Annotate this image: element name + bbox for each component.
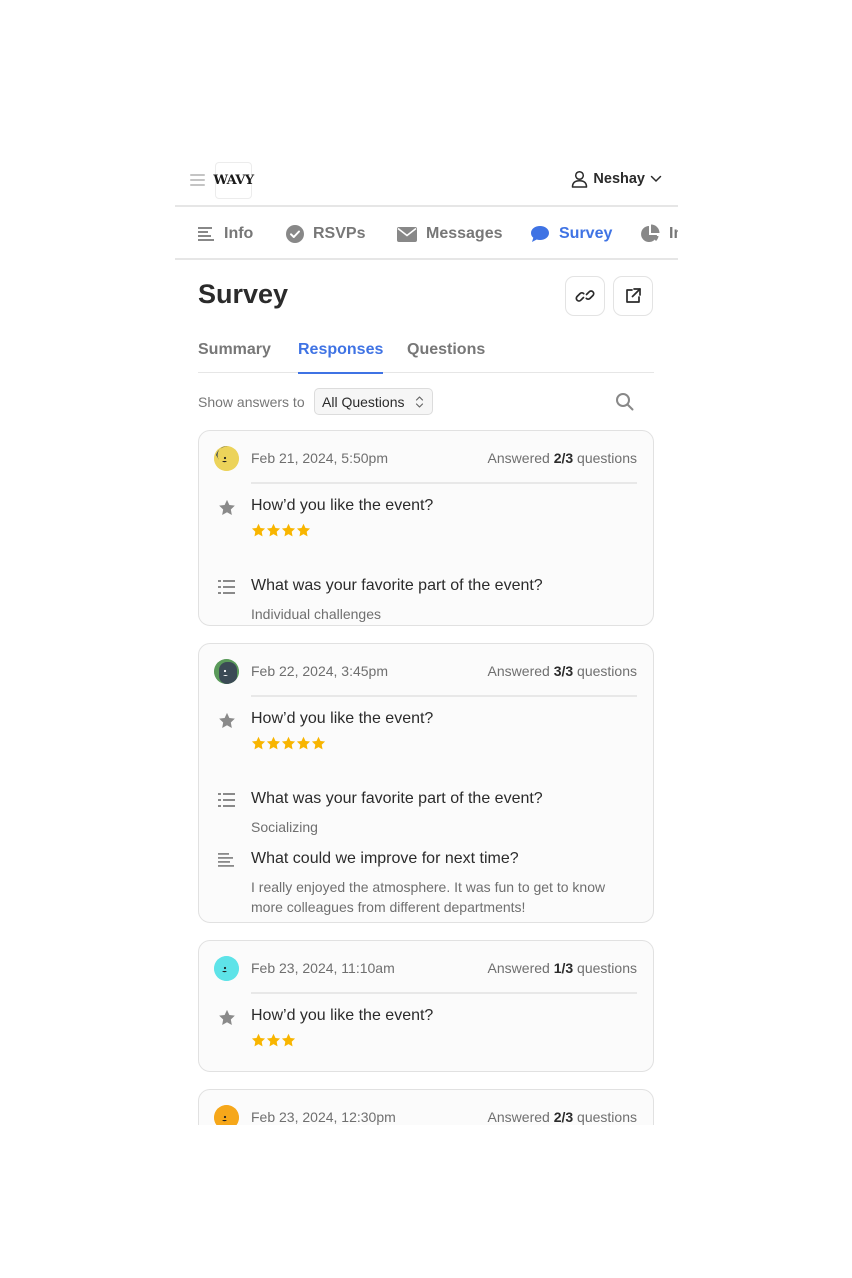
divider [251, 482, 637, 484]
logo[interactable]: WAVY [213, 162, 254, 199]
subtab-summary[interactable]: Summary [198, 341, 271, 373]
list-icon [218, 579, 236, 597]
search-icon [616, 393, 634, 411]
star-rating [251, 736, 326, 751]
response-date: Feb 23, 2024, 12:30pm [251, 1109, 396, 1125]
filter-label: Show answers to [198, 394, 305, 410]
star-filled-icon [266, 523, 281, 537]
avatar [214, 446, 239, 471]
avatar [214, 1105, 239, 1125]
star-icon [218, 499, 236, 517]
menu-icon[interactable] [190, 174, 205, 186]
external-link-icon [626, 288, 641, 303]
divider [251, 695, 637, 697]
check-circle-icon [286, 225, 304, 243]
star-filled-icon [266, 1033, 281, 1047]
question-text: How’d you like the event? [251, 1007, 434, 1024]
answer-text: Socializing [251, 819, 318, 835]
response-card[interactable]: Feb 22, 2024, 3:45pm Answered 3/3 questio… [198, 643, 654, 923]
star-icon [218, 1009, 236, 1027]
app: WAVY Neshay Info RSVPs Messages Survey I… [175, 155, 678, 1125]
star-icon [218, 712, 236, 730]
list-icon [218, 792, 236, 810]
star-filled-icon [251, 523, 266, 537]
user-name: Neshay [593, 171, 645, 187]
question-text: How’d you like the event? [251, 710, 434, 727]
star-filled-icon [251, 1033, 266, 1047]
user-icon [572, 170, 588, 188]
answer-text: I really enjoyed the atmosphere. It was … [251, 879, 606, 915]
tab-label: Messages [426, 225, 503, 242]
avatar [214, 659, 239, 684]
tab-survey[interactable]: Survey [530, 208, 613, 258]
star-filled-icon [251, 736, 266, 750]
response-header: Feb 23, 2024, 12:30pm Answered 2/3 questi… [199, 1090, 653, 1125]
star-rating [251, 1033, 296, 1048]
tab-rsvps[interactable]: RSVPs [286, 208, 366, 258]
filter-selected-value: All Questions [322, 393, 405, 410]
tab-label: RSVPs [313, 225, 366, 242]
question-text: How’d you like the event? [251, 497, 434, 514]
avatar [214, 956, 239, 981]
question-text: What was your favorite part of the event… [251, 790, 543, 807]
answered-count: Answered 3/3 questions [487, 663, 637, 679]
text-align-left-icon [198, 227, 214, 241]
top-bar: WAVY Neshay [175, 155, 678, 207]
response-date: Feb 23, 2024, 11:10am [251, 960, 395, 976]
copy-link-button[interactable] [565, 276, 605, 316]
response-card[interactable]: Feb 23, 2024, 12:30pm Answered 2/3 questi… [198, 1089, 654, 1125]
divider [251, 992, 637, 994]
chevron-up-down-icon [415, 396, 424, 408]
response-header: Feb 23, 2024, 11:10am Answered 1/3 questi… [199, 941, 653, 991]
tab-label: Insights [669, 225, 678, 242]
response-date: Feb 21, 2024, 5:50pm [251, 450, 388, 466]
star-filled-icon [296, 523, 311, 537]
event-nav-tabs: Info RSVPs Messages Survey Insights [175, 208, 678, 260]
response-card[interactable]: Feb 21, 2024, 5:50pm Answered 2/3 questio… [198, 430, 654, 626]
response-header: Feb 22, 2024, 3:45pm Answered 3/3 questio… [199, 644, 653, 694]
question-text: What could we improve for next time? [251, 850, 519, 867]
envelope-icon [397, 226, 417, 242]
tab-label: Info [224, 225, 254, 242]
subtab-responses[interactable]: Responses [298, 341, 384, 374]
page-title: Survey [198, 279, 289, 309]
answer-text: Individual challenges [251, 606, 381, 622]
search-button[interactable] [615, 392, 635, 412]
star-filled-icon [296, 736, 311, 750]
question-text: What was your favorite part of the event… [251, 577, 543, 594]
response-header: Feb 21, 2024, 5:50pm Answered 2/3 questio… [199, 431, 653, 481]
text-align-left-icon [218, 852, 236, 870]
open-external-button[interactable] [613, 276, 653, 316]
subtab-questions[interactable]: Questions [407, 341, 485, 373]
response-card[interactable]: Feb 23, 2024, 11:10am Answered 1/3 questi… [198, 940, 654, 1072]
chevron-down-icon [650, 175, 662, 183]
link-icon [575, 290, 595, 302]
tab-messages[interactable]: Messages [397, 208, 503, 258]
question-filter-select[interactable]: All Questions [314, 388, 433, 415]
star-filled-icon [311, 736, 326, 750]
tab-insights[interactable]: Insights [640, 208, 678, 258]
chat-bubble-icon [531, 226, 549, 242]
star-filled-icon [281, 1033, 296, 1047]
survey-sub-tabs: Summary Responses Questions [198, 333, 654, 374]
answered-count: Answered 2/3 questions [487, 1109, 637, 1125]
star-filled-icon [281, 736, 296, 750]
tab-label: Survey [559, 225, 613, 242]
star-filled-icon [281, 523, 296, 537]
user-menu[interactable]: Neshay [571, 170, 662, 188]
tab-info[interactable]: Info [198, 208, 254, 258]
star-rating [251, 523, 311, 538]
pie-chart-icon [641, 224, 660, 242]
answered-count: Answered 1/3 questions [487, 960, 637, 976]
answered-count: Answered 2/3 questions [487, 450, 637, 466]
response-date: Feb 22, 2024, 3:45pm [251, 663, 388, 679]
star-filled-icon [266, 736, 281, 750]
